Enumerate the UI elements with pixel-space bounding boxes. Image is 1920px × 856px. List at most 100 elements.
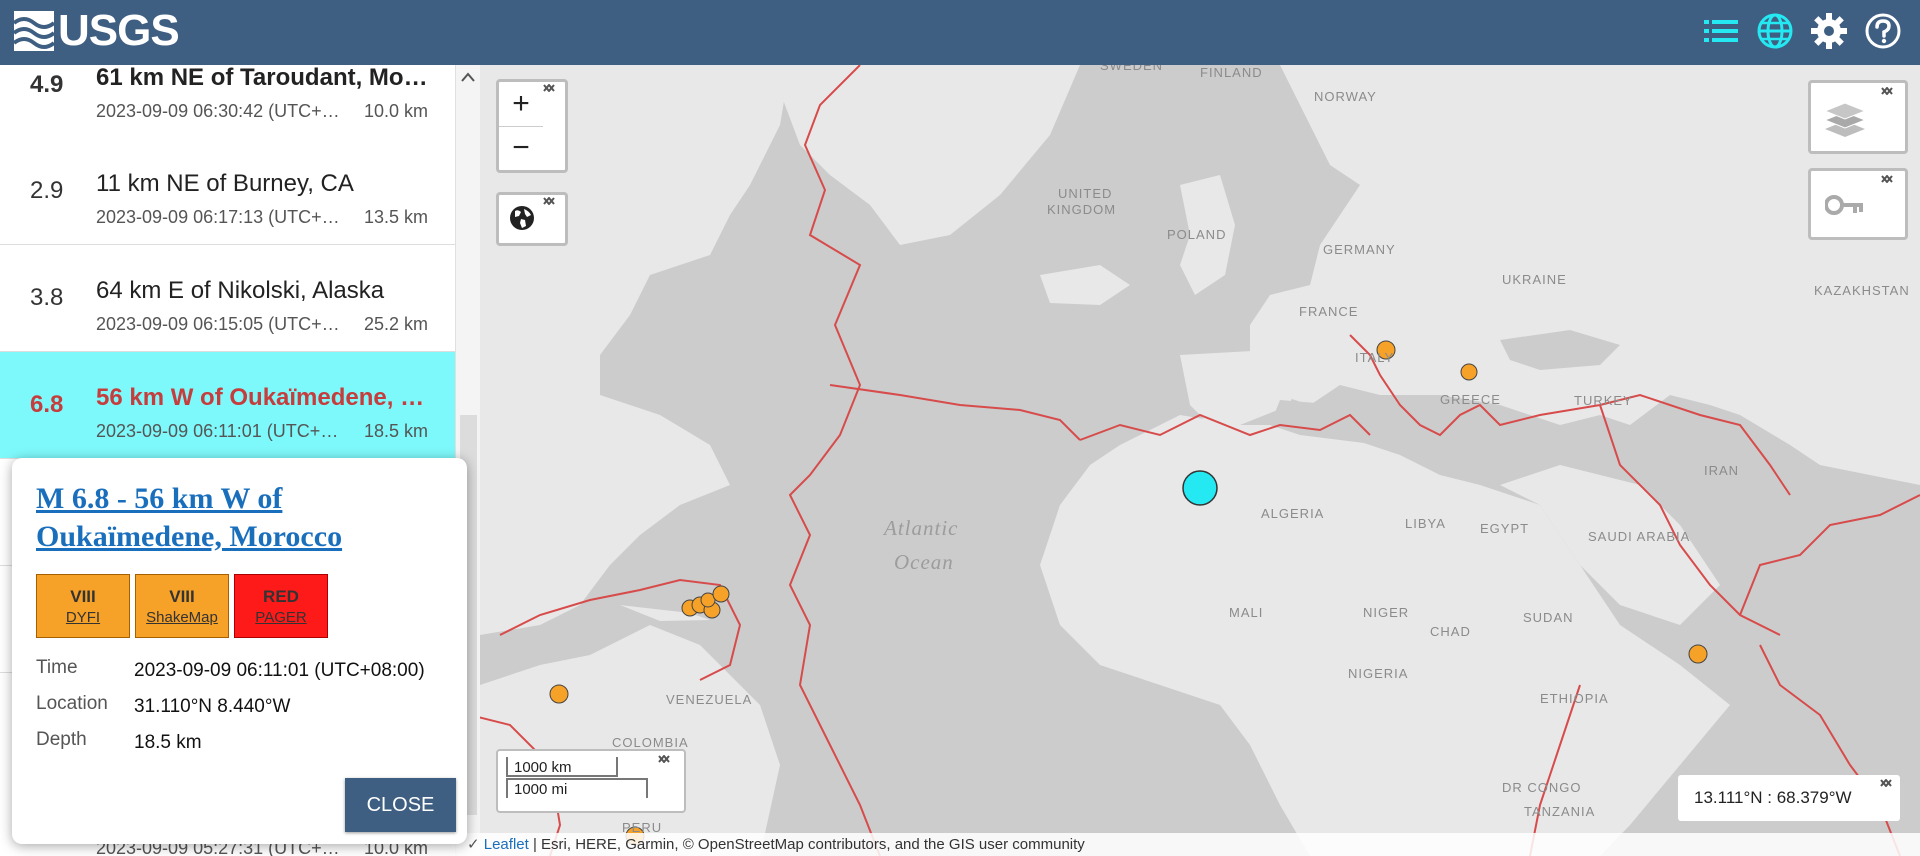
- map-label: CHAD: [1430, 624, 1471, 639]
- layers-control-scroll[interactable]: [1881, 87, 1901, 147]
- map-label: LIBYA: [1405, 516, 1446, 531]
- list-item[interactable]: 4.9 61 km NE of Taroudant, Moro... 2023-…: [0, 65, 455, 139]
- selected-event-marker[interactable]: [1182, 470, 1218, 506]
- legend-control: [1808, 168, 1908, 240]
- help-icon[interactable]: [1860, 8, 1906, 54]
- gear-icon[interactable]: [1806, 8, 1852, 54]
- map-label: ITALY: [1355, 350, 1395, 365]
- map-label: EGYPT: [1480, 521, 1530, 536]
- map-label: NIGERIA: [1348, 666, 1409, 681]
- map-label: FRANCE: [1299, 304, 1359, 319]
- detail-label-depth: Depth: [36, 729, 87, 750]
- list-item-place: 61 km NE of Taroudant, Moro...: [96, 65, 436, 91]
- scale-mi-label: 1000 mi: [514, 781, 568, 798]
- projection-control: [496, 192, 568, 246]
- detail-value-depth: 18.5 km: [134, 732, 202, 753]
- dyfi-badge-label: DYFI: [65, 608, 101, 626]
- list-item-depth: 25.2 km: [364, 314, 429, 334]
- chevron-down-icon[interactable]: [1880, 779, 1892, 787]
- chevron-down-icon[interactable]: [1881, 175, 1893, 183]
- map-label: COLOMBIA: [612, 735, 689, 750]
- scale-bar-km: 1000 km: [506, 757, 618, 777]
- scale-control: 1000 km 1000 mi: [496, 749, 686, 813]
- map-label: POLAND: [1167, 227, 1227, 242]
- check-icon: ✓: [467, 836, 484, 853]
- list-item-magnitude: 6.8: [30, 391, 64, 418]
- list-item[interactable]: 2.9 11 km NE of Burney, CA 2023-09-09 06…: [0, 138, 455, 245]
- globe-icon[interactable]: [1752, 8, 1798, 54]
- list-item-depth: 13.5 km: [364, 207, 429, 227]
- scale-bar-mi: 1000 mi: [506, 778, 648, 798]
- scale-control-scroll[interactable]: [658, 755, 678, 805]
- map-label: NORWAY: [1314, 89, 1377, 104]
- coordinates-control-scroll[interactable]: [1880, 779, 1900, 819]
- shakemap-badge-value: VIII: [169, 586, 195, 606]
- zoom-control: + −: [496, 79, 568, 173]
- chevron-down-icon[interactable]: [1881, 87, 1893, 95]
- ocean-label: Atlantic: [884, 516, 959, 540]
- usgs-wave-icon: [14, 11, 54, 51]
- map-label: ETHIOPIA: [1540, 691, 1609, 706]
- chevron-down-icon[interactable]: [658, 755, 670, 763]
- dyfi-badge-value: VIII: [70, 586, 96, 606]
- map-label: UKRAINE: [1502, 272, 1567, 287]
- list-item-magnitude: 3.8: [30, 284, 64, 311]
- map-label: SWEDEN: [1100, 65, 1164, 73]
- list-item-magnitude: 2.9: [30, 177, 64, 204]
- detail-value-time: 2023-09-09 06:11:01 (UTC+08:00): [134, 660, 425, 681]
- leaflet-link[interactable]: Leaflet: [484, 836, 529, 853]
- scroll-up-icon[interactable]: [461, 72, 475, 82]
- layers-icon[interactable]: [1823, 99, 1867, 137]
- list-item-magnitude: 4.9: [30, 71, 64, 98]
- map-label: SAUDI ARABIA: [1588, 529, 1691, 544]
- pager-badge-value: RED: [263, 586, 299, 606]
- map-attribution: ✓ Leaflet | Esri, HERE, Garmin, © OpenSt…: [455, 833, 1920, 856]
- map-label: IRAN: [1704, 463, 1740, 478]
- zoom-out-button[interactable]: −: [499, 126, 543, 170]
- coordinates-control: 13.111°N : 68.379°W: [1678, 775, 1900, 821]
- dyfi-badge[interactable]: VIII DYFI: [36, 574, 130, 638]
- chevron-down-icon[interactable]: [543, 197, 555, 205]
- map-canvas[interactable]: [480, 65, 1920, 856]
- list-item-selected[interactable]: 6.8 56 km W of Oukaïmedene, Morocco 2023…: [0, 352, 455, 459]
- map-label: KINGDOM: [1047, 202, 1117, 217]
- scale-km-label: 1000 km: [514, 759, 572, 776]
- layers-control: [1808, 80, 1908, 154]
- map-label: UNITED: [1058, 186, 1113, 201]
- popup-title-link[interactable]: M 6.8 - 56 km W of Oukaïmedene, Morocco: [36, 480, 436, 556]
- projection-control-scroll[interactable]: [543, 197, 563, 239]
- coordinates-readout: 13.111°N : 68.379°W: [1694, 788, 1852, 807]
- list-item-time: 2023-09-09 06:17:13 (UTC+08:00): [96, 207, 341, 227]
- map-label: NIGER: [1363, 605, 1410, 620]
- list-item-depth: 10.0 km: [364, 101, 429, 121]
- zoom-control-scroll[interactable]: [543, 84, 563, 166]
- close-button[interactable]: CLOSE: [345, 778, 456, 832]
- map-label: MALI: [1229, 605, 1264, 620]
- map-label: DR CONGO: [1502, 780, 1582, 795]
- event-popup: M 6.8 - 56 km W of Oukaïmedene, Morocco …: [12, 458, 467, 844]
- zoom-in-button[interactable]: +: [499, 82, 543, 127]
- legend-control-scroll[interactable]: [1881, 175, 1901, 233]
- map-label: ALGERIA: [1261, 506, 1325, 521]
- usgs-logo[interactable]: USGS: [14, 6, 180, 56]
- map-view[interactable]: Atlantic Ocean SWEDEN FINLAND NORWAY UNI…: [480, 65, 1920, 856]
- detail-label-time: Time: [36, 657, 78, 678]
- globe-icon[interactable]: [509, 205, 535, 231]
- logo-wordmark: USGS: [58, 6, 180, 55]
- key-icon[interactable]: [1825, 195, 1865, 215]
- shakemap-badge[interactable]: VIII ShakeMap: [135, 574, 229, 638]
- list-item-time: 2023-09-09 06:11:01 (UTC+08:00): [96, 421, 341, 441]
- list-item-place: 64 km E of Nikolski, Alaska: [96, 277, 385, 304]
- pager-badge[interactable]: RED PAGER: [234, 574, 328, 638]
- list-item-place: 56 km W of Oukaïmedene, Morocco: [96, 384, 436, 411]
- map-label: FINLAND: [1200, 65, 1263, 80]
- pager-badge-label: PAGER: [255, 608, 307, 626]
- map-label: KAZAKHSTAN: [1814, 283, 1910, 298]
- list-icon[interactable]: [1698, 8, 1744, 54]
- list-item-time: 2023-09-09 06:30:42 (UTC+08:00): [96, 101, 341, 121]
- detail-value-location: 31.110°N 8.440°W: [134, 696, 291, 717]
- chevron-down-icon[interactable]: [543, 84, 555, 92]
- list-item[interactable]: 3.8 64 km E of Nikolski, Alaska 2023-09-…: [0, 245, 455, 352]
- map-label: GERMANY: [1323, 242, 1396, 257]
- ocean-label: Ocean: [894, 550, 954, 574]
